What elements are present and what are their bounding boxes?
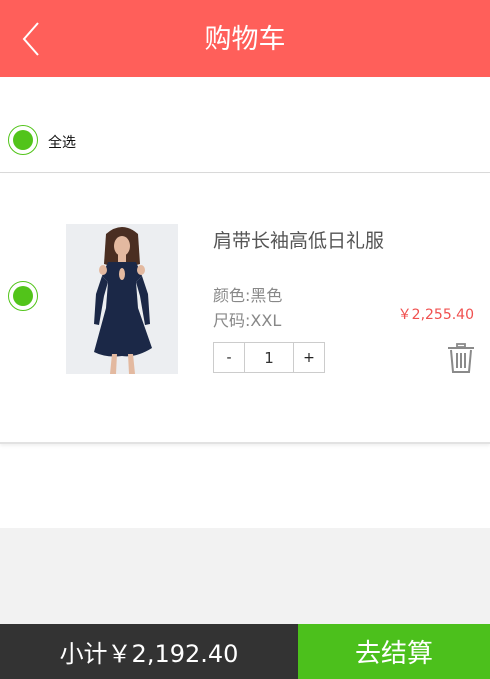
empty-space	[0, 528, 490, 624]
product-name[interactable]: 肩带长袖高低日礼服	[213, 226, 384, 253]
product-price: ￥2,255.40	[397, 307, 474, 323]
trash-icon[interactable]	[446, 342, 476, 374]
product-image[interactable]	[66, 224, 178, 374]
subtotal: 小计￥2,192.40	[0, 624, 298, 679]
product-size: 尺码:XXL	[213, 311, 282, 330]
decrease-button[interactable]: -	[213, 342, 245, 373]
checked-dot-icon	[13, 286, 33, 306]
checked-dot-icon	[13, 130, 33, 150]
select-all-checkbox[interactable]	[8, 125, 38, 155]
select-all-row: 全选	[0, 77, 490, 173]
page-title: 购物车	[204, 24, 286, 55]
cart-item: 肩带长袖高低日礼服 颜色:黑色 尺码:XXL ￥2,255.40 - 1 +	[0, 174, 490, 444]
app-header: 购物车	[0, 0, 490, 77]
quantity-value[interactable]: 1	[245, 342, 293, 373]
select-all-label: 全选	[48, 135, 76, 151]
item-checkbox[interactable]	[8, 281, 38, 311]
checkout-button[interactable]: 去结算	[298, 624, 490, 679]
quantity-stepper: - 1 +	[213, 342, 325, 373]
product-color: 颜色:黑色	[213, 286, 283, 305]
increase-button[interactable]: +	[293, 342, 325, 373]
cart-footer: 小计￥2,192.40 去结算	[0, 624, 490, 679]
